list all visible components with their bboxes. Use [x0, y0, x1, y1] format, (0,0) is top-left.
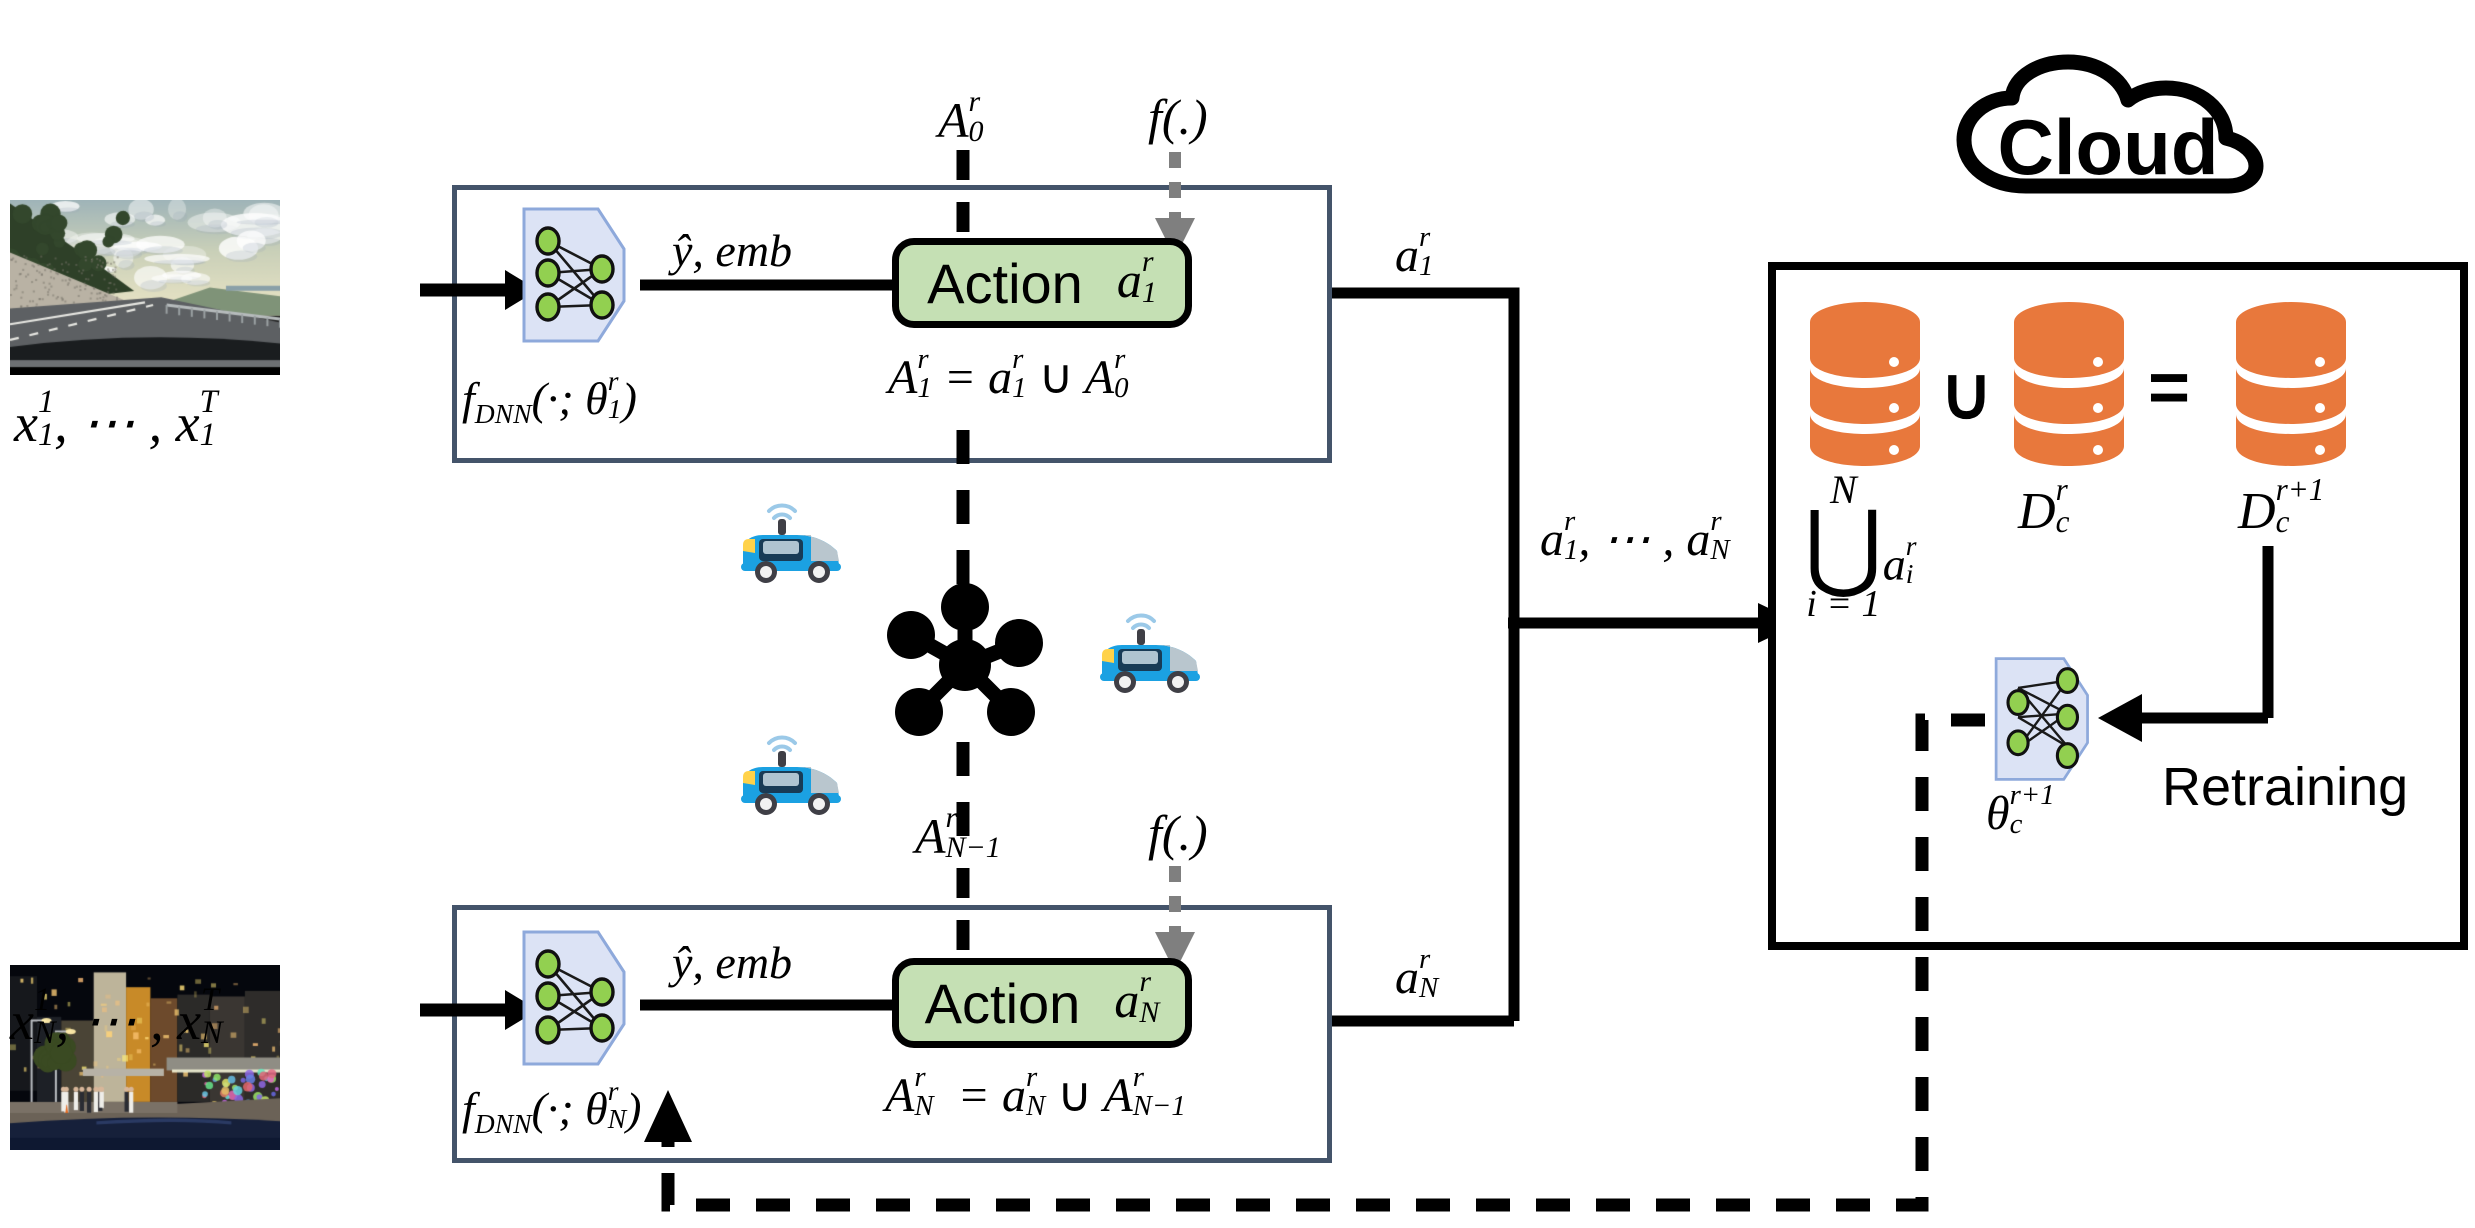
diagram-canvas: x11, ⋯ , xT1 x1N, ⋯ , xTN fDNN(·; θ r 1 … — [0, 0, 2475, 1228]
model-broadcast-dashed-path — [644, 713, 1985, 1212]
union-lower-limit: i = 1 — [1806, 582, 1881, 625]
database-new-dataset-icon — [2232, 300, 2350, 475]
cloud-title: Cloud — [1998, 103, 2219, 191]
dnn-label-client-1-text: fDNN(·; θ r 1) — [462, 365, 637, 430]
union-operand: ari — [1882, 529, 1917, 589]
retraining-label-text: Retraining — [2162, 757, 2409, 817]
cloud-icon: Cloud — [1948, 54, 2268, 197]
database-new-dataset-caption-text: Dr+1 c — [2238, 472, 2325, 540]
database-cloud-dataset-caption: Drc — [2018, 472, 2070, 544]
dnn-label-client-1: fDNN(·; θ r 1) — [462, 365, 637, 430]
input-label-client-N-text: x1N, ⋯ , xTN — [10, 982, 223, 1052]
aggregation-label-text: ar1, ⋯ , arN — [1540, 504, 1730, 567]
dnn-icon-client-N — [512, 928, 632, 1073]
retraining-arrow — [2098, 546, 2274, 742]
input-label-client-1-text: x11, ⋯ , xT1 — [14, 384, 218, 454]
database-union-actions-icon — [1806, 300, 1924, 475]
input-photo-client-1 — [10, 200, 280, 375]
vehicle-2-icon — [1092, 605, 1210, 702]
uplink-label-client-1-text: ar1 — [1395, 220, 1434, 283]
input-label-client-N: x1N, ⋯ , xTN — [10, 982, 223, 1056]
database-union-actions-caption: N ⋃ i = 1 ari — [1804, 470, 1917, 623]
dnn-label-client-N-text: fDNN(·; θ r N) — [462, 1075, 642, 1140]
database-new-dataset-caption: Dr+1 c — [2238, 472, 2325, 544]
action-box-client-1-word: Action — [927, 251, 1083, 315]
buffer-equation-client-1-text: Ar1 = ar1 ∪ Ar0 — [888, 342, 1129, 405]
buffer-label-client-1-text: Ar0 — [938, 84, 984, 149]
aggregation-label: ar1, ⋯ , arN — [1540, 504, 1730, 571]
equals-operator-symbol: = — [2148, 352, 2190, 424]
aggregation-arrow-to-cloud — [1508, 603, 1800, 643]
buffer-label-client-1: Ar0 — [938, 84, 984, 153]
big-union-symbol: ⋃ — [1804, 493, 1883, 600]
database-cloud-dataset-icon — [2010, 300, 2128, 475]
action-box-client-1-symbol: ar1 — [1116, 245, 1157, 309]
cloud-dnn-icon — [1985, 655, 2095, 788]
input-label-client-1: x11, ⋯ , xT1 — [14, 384, 218, 458]
union-operator-text: ∪ — [1940, 354, 1993, 434]
uplink-label-client-1: ar1 — [1395, 220, 1434, 287]
equals-operator-text: = — [2148, 348, 2191, 428]
policy-label-client-1-text: f(.) — [1148, 89, 1208, 145]
policy-label-client-1: f(.) — [1148, 92, 1208, 142]
buffer-equation-client-1: Ar1 = ar1 ∪ Ar0 — [888, 342, 1129, 409]
union-operator-symbol: ∪ — [1940, 358, 1993, 430]
database-cloud-dataset-caption-text: Drc — [2018, 472, 2070, 540]
action-box-client-1[interactable]: Action ar1 — [892, 238, 1192, 328]
retraining-label: Retraining — [2162, 760, 2408, 814]
dnn-label-client-N: fDNN(·; θ r N) — [462, 1075, 642, 1140]
dnn-icon-client-1 — [512, 205, 632, 350]
vehicle-1-icon — [733, 495, 851, 592]
